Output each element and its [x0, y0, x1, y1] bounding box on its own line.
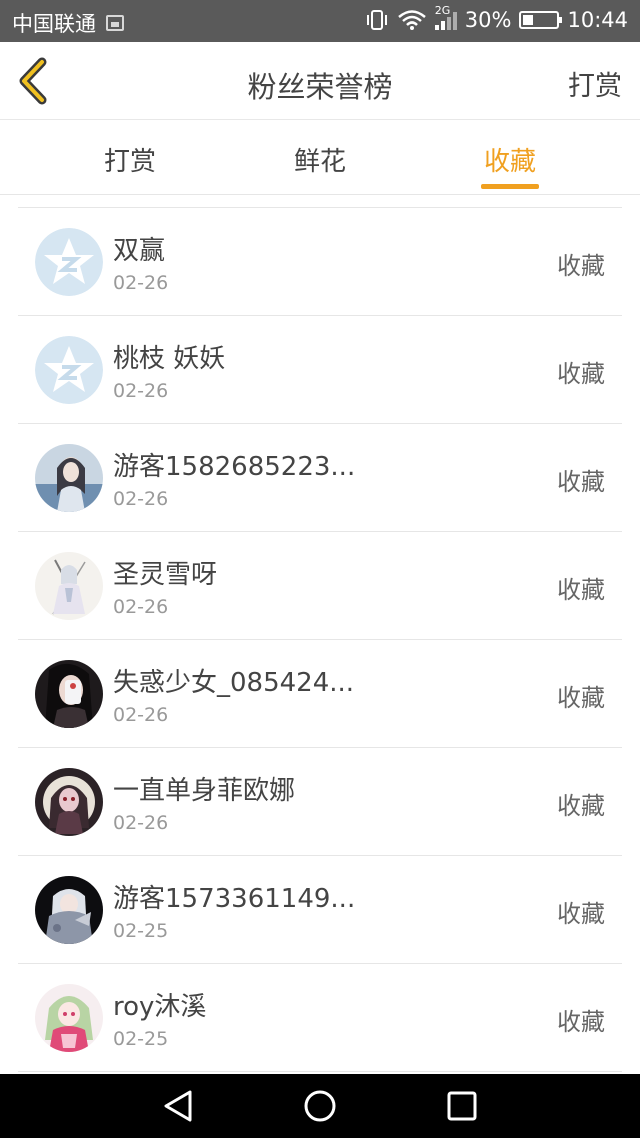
fan-action-label: 收藏 [557, 684, 605, 712]
tab-bar: 打赏 鲜花 收藏 [0, 121, 640, 195]
fan-name: 游客1573361149... [113, 884, 356, 914]
tab-reward[interactable]: 打赏 [70, 141, 190, 178]
list-item[interactable]: 游客1573361149... 02-25 收藏 [18, 856, 622, 964]
list-item[interactable]: 失惑少女_085424... 02-26 收藏 [18, 640, 622, 748]
fan-date: 02-25 [113, 1028, 169, 1050]
photo-avatar-icon [35, 660, 103, 728]
avatar [35, 336, 103, 404]
image-notification-icon [106, 15, 124, 31]
status-bar: 中国联通 2G 30% 10:44 [0, 0, 640, 42]
anime-girl-avatar-icon [35, 768, 103, 836]
vibrate-icon [366, 10, 387, 30]
list-item[interactable]: 圣灵雪呀 02-26 收藏 [18, 532, 622, 640]
active-tab-indicator [481, 184, 539, 189]
battery-icon [519, 11, 563, 29]
list-item[interactable]: 双赢 02-26 收藏 [18, 208, 622, 316]
battery-percent: 30% [464, 8, 512, 32]
anime-girl-avatar-icon [35, 876, 103, 944]
avatar [35, 444, 103, 512]
tab-flowers[interactable]: 鲜花 [260, 141, 380, 178]
list-item[interactable]: 一直单身菲欧娜 02-26 收藏 [18, 748, 622, 856]
tab-favorites[interactable]: 收藏 [450, 141, 570, 178]
fan-name: 失惑少女_085424... [113, 668, 355, 698]
fan-name: 圣灵雪呀 [113, 560, 218, 590]
avatar [35, 660, 103, 728]
clock: 10:44 [567, 8, 628, 32]
fan-action-label: 收藏 [557, 900, 605, 928]
fan-list: 双赢 02-26 收藏 桃枝 妖妖 02-26 收藏 游客1582685223.… [18, 207, 622, 1072]
recents-square-icon[interactable] [444, 1088, 480, 1124]
fan-action-label: 收藏 [557, 468, 605, 496]
fan-date: 02-26 [113, 596, 169, 618]
carrier-label: 中国联通 [12, 12, 96, 36]
wifi-icon [397, 10, 426, 30]
fan-name: roy沐溪 [113, 992, 207, 1022]
fan-action-label: 收藏 [557, 1008, 605, 1036]
list-item[interactable]: roy沐溪 02-25 收藏 [18, 964, 622, 1072]
anime-girl-avatar-icon [35, 984, 103, 1052]
page-title: 粉丝荣誉榜 [247, 70, 393, 104]
fan-date: 02-26 [113, 488, 169, 510]
reward-button[interactable]: 打赏 [568, 64, 622, 103]
fan-name: 游客1582685223... [113, 452, 356, 482]
fan-name: 桃枝 妖妖 [113, 344, 226, 374]
system-nav-bar [0, 1074, 640, 1138]
list-item[interactable]: 桃枝 妖妖 02-26 收藏 [18, 316, 622, 424]
fan-name: 一直单身菲欧娜 [113, 776, 296, 806]
photo-avatar-icon [35, 444, 103, 512]
default-star-avatar-icon [35, 336, 103, 404]
back-triangle-icon[interactable] [160, 1088, 196, 1124]
avatar [35, 552, 103, 620]
fan-date: 02-26 [113, 812, 169, 834]
anime-girl-avatar-icon [35, 552, 103, 620]
top-nav-bar: 粉丝荣誉榜 打赏 [0, 42, 640, 120]
fan-date: 02-25 [113, 920, 169, 942]
avatar [35, 228, 103, 296]
avatar [35, 876, 103, 944]
avatar [35, 768, 103, 836]
fan-action-label: 收藏 [557, 252, 605, 280]
fan-action-label: 收藏 [557, 360, 605, 388]
fan-date: 02-26 [113, 380, 169, 402]
fan-name: 双赢 [113, 236, 166, 266]
fan-date: 02-26 [113, 272, 169, 294]
fan-action-label: 收藏 [557, 576, 605, 604]
default-star-avatar-icon [35, 228, 103, 296]
home-circle-icon[interactable] [302, 1088, 338, 1124]
fan-action-label: 收藏 [557, 792, 605, 820]
network-type-label: 2G [434, 4, 451, 17]
avatar [35, 984, 103, 1052]
fan-date: 02-26 [113, 704, 169, 726]
list-item[interactable]: 游客1582685223... 02-26 收藏 [18, 424, 622, 532]
